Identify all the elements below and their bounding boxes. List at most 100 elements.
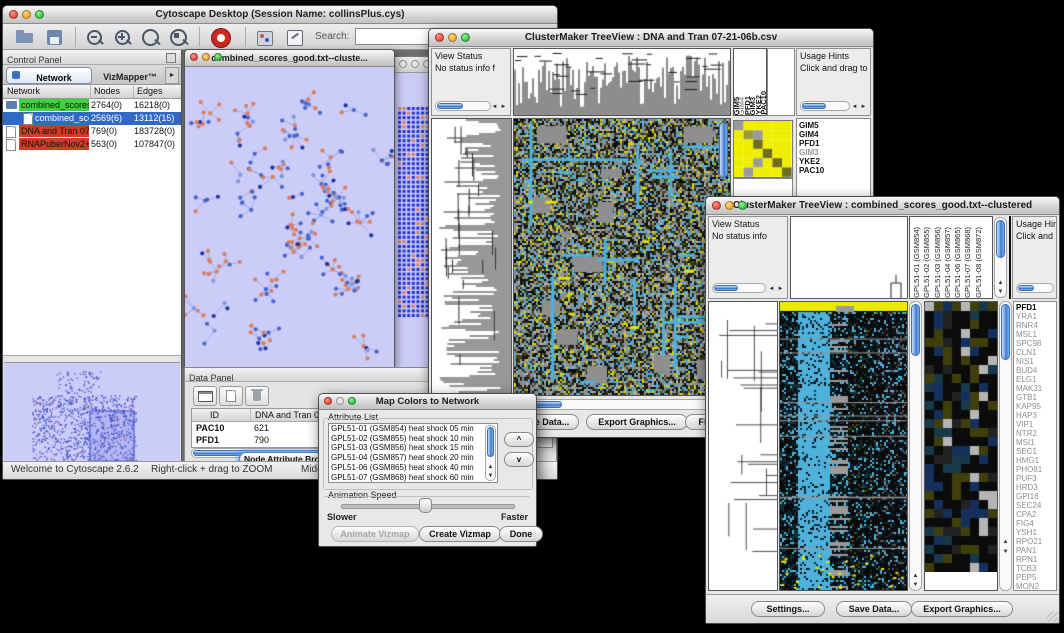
attribute-option[interactable]: GPL51-07 (GSM868) heat shock 60 min bbox=[331, 473, 497, 483]
col-id[interactable]: ID bbox=[210, 409, 244, 421]
export-graphics-button[interactable]: Export Graphics... bbox=[586, 414, 688, 430]
speed-slider-thumb[interactable] bbox=[419, 498, 432, 513]
scroll-down-icon[interactable]: ▼ bbox=[486, 472, 495, 480]
scroll-thumb[interactable] bbox=[1018, 285, 1034, 291]
attr-select-button[interactable] bbox=[193, 386, 217, 406]
gene-label[interactable]: CLN1 bbox=[1014, 348, 1056, 357]
gene-label[interactable]: PAC10 bbox=[797, 166, 870, 175]
heatmap-vscrollbar[interactable]: ▲ ▼ bbox=[909, 301, 922, 591]
minimize-button[interactable] bbox=[336, 397, 344, 405]
column-dendrogram[interactable] bbox=[790, 216, 908, 299]
gene-label[interactable]: GIM4 bbox=[797, 130, 870, 139]
zoom-heatmap[interactable] bbox=[924, 301, 998, 591]
scroll-thumb[interactable] bbox=[911, 304, 920, 356]
minimize-button[interactable] bbox=[725, 201, 734, 210]
attribute-option[interactable]: GPL51-02 (GSM855) heat shock 10 min bbox=[331, 434, 497, 444]
col-network[interactable]: Network bbox=[7, 85, 87, 98]
gene-list-vscrollbar[interactable]: ▲ ▼ bbox=[999, 301, 1012, 591]
scroll-up-icon[interactable]: ▲ bbox=[911, 572, 920, 580]
column-labels-vscrollbar[interactable]: ▲ ▼ bbox=[994, 217, 1007, 298]
minimize-button[interactable] bbox=[22, 10, 31, 19]
scroll-up-icon[interactable]: ▲ bbox=[486, 463, 495, 471]
zoom-button[interactable] bbox=[35, 10, 44, 19]
close-button[interactable] bbox=[399, 60, 407, 68]
scroll-right-icon[interactable]: ► bbox=[776, 285, 785, 293]
treeview2-gene-list[interactable]: PFD1YRA1RNR4MSL1SPC98CLN1NIS1BUD4ELG1MAK… bbox=[1013, 301, 1057, 591]
gene-label[interactable]: RPO21 bbox=[1014, 537, 1056, 546]
gene-label[interactable]: SPC98 bbox=[1014, 339, 1056, 348]
gene-label[interactable]: GTB1 bbox=[1014, 393, 1056, 402]
gene-label[interactable]: PEP5 bbox=[1014, 573, 1056, 582]
gene-label[interactable]: GIM3 bbox=[797, 148, 870, 157]
network-row-4[interactable]: RNAPuberNov2+ 563(0) 107847(0) bbox=[3, 138, 181, 151]
col-nodes[interactable]: Nodes bbox=[90, 85, 134, 98]
minimize-button[interactable] bbox=[202, 53, 210, 61]
zoom-thumbnail[interactable] bbox=[733, 120, 793, 178]
vizmap-button[interactable] bbox=[253, 27, 277, 47]
heatmap-view[interactable] bbox=[779, 301, 908, 591]
gene-label[interactable]: PAN1 bbox=[1014, 546, 1056, 555]
help-button[interactable] bbox=[209, 27, 233, 47]
scroll-thumb[interactable] bbox=[714, 285, 738, 291]
zoom-out-button[interactable] bbox=[83, 27, 107, 47]
close-button[interactable] bbox=[324, 397, 332, 405]
gene-label[interactable]: YRA1 bbox=[1014, 312, 1056, 321]
close-button[interactable] bbox=[435, 33, 444, 42]
main-titlebar[interactable]: Cytoscape Desktop (Session Name: collins… bbox=[3, 6, 557, 24]
gene-label[interactable]: KAP95 bbox=[1014, 402, 1056, 411]
gene-label[interactable]: ELG1 bbox=[1014, 375, 1056, 384]
gene-label[interactable]: SEC1 bbox=[1014, 447, 1056, 456]
close-button[interactable] bbox=[190, 53, 198, 61]
export-graphics-button[interactable]: Export Graphics... bbox=[911, 601, 1013, 617]
gene-label[interactable]: BUD4 bbox=[1014, 366, 1056, 375]
treeview1-titlebar[interactable]: ClusterMaker TreeView : DNA and Tran 07-… bbox=[429, 29, 873, 47]
network-row-1[interactable]: combined_scores 2764(0) 16218(0) bbox=[3, 99, 181, 112]
new-attr-button[interactable] bbox=[219, 386, 243, 406]
zoom-button[interactable] bbox=[461, 33, 470, 42]
gene-label[interactable]: PUF3 bbox=[1014, 474, 1056, 483]
zoom-fit-button[interactable] bbox=[139, 27, 163, 47]
save-session-button[interactable] bbox=[43, 27, 67, 47]
network-row-2-selected[interactable]: combined_sco 2569(6) 13112(15) bbox=[3, 112, 181, 125]
scroll-left-icon[interactable]: ◄ bbox=[850, 103, 859, 111]
gene-label[interactable]: MSL1 bbox=[1014, 330, 1056, 339]
attribute-option[interactable]: GPL51-04 (GSM857) heat shock 20 min bbox=[331, 453, 497, 463]
heatmap-view[interactable] bbox=[513, 118, 731, 396]
network-row-3[interactable]: DNA and Tran 07 769(0) 183728(0) bbox=[3, 125, 181, 138]
gene-label[interactable]: RNR4 bbox=[1014, 321, 1056, 330]
scroll-left-icon[interactable]: ◄ bbox=[490, 103, 499, 111]
annotation-button[interactable] bbox=[283, 27, 307, 47]
zoom-selected-button[interactable] bbox=[167, 27, 191, 47]
column-dendrogram[interactable] bbox=[513, 48, 731, 116]
tab-overflow-button[interactable]: ► bbox=[165, 67, 179, 84]
gene-label[interactable]: PHO81 bbox=[1014, 465, 1056, 474]
zoom-button[interactable] bbox=[214, 53, 222, 61]
network-overview[interactable] bbox=[4, 362, 180, 466]
col-edges[interactable]: Edges bbox=[133, 85, 181, 98]
tab-vizmapper[interactable]: VizMapper™ bbox=[93, 67, 167, 82]
attribute-option[interactable]: GPL51-06 (GSM865) heat shock 40 min bbox=[331, 463, 497, 473]
zoom-button[interactable] bbox=[348, 397, 356, 405]
gene-label[interactable]: MAK31 bbox=[1014, 384, 1056, 393]
gene-label[interactable]: VIP1 bbox=[1014, 420, 1056, 429]
view-status-scrollbar[interactable] bbox=[435, 101, 491, 111]
gene-label[interactable]: HMG1 bbox=[1014, 456, 1056, 465]
usage-hints-scrollbar[interactable] bbox=[1016, 283, 1054, 293]
gene-label[interactable]: RPN1 bbox=[1014, 555, 1056, 564]
attribute-option[interactable]: GPL51-01 (GSM854) heat shock 05 min bbox=[331, 424, 497, 434]
gene-label[interactable]: TCB3 bbox=[1014, 564, 1056, 573]
gene-label[interactable]: MON2 bbox=[1014, 582, 1056, 591]
gene-label[interactable]: NTR2 bbox=[1014, 429, 1056, 438]
scroll-thumb[interactable] bbox=[996, 220, 1005, 258]
gene-label[interactable]: MSI1 bbox=[1014, 438, 1056, 447]
gene-label[interactable]: GPI16 bbox=[1014, 492, 1056, 501]
usage-hints-scrollbar[interactable] bbox=[800, 101, 850, 111]
treeview2-titlebar[interactable]: ClusterMaker TreeView : combined_scores_… bbox=[706, 197, 1059, 215]
float-panel-icon[interactable] bbox=[166, 53, 176, 63]
scroll-down-icon[interactable]: ▼ bbox=[996, 288, 1005, 296]
scroll-up-icon[interactable]: ▲ bbox=[1001, 538, 1010, 546]
save-data-button[interactable]: Save Data... bbox=[836, 601, 912, 617]
gene-label[interactable]: GIM5 bbox=[797, 121, 870, 130]
overview-canvas[interactable] bbox=[4, 363, 180, 466]
scroll-thumb[interactable] bbox=[1001, 304, 1010, 360]
